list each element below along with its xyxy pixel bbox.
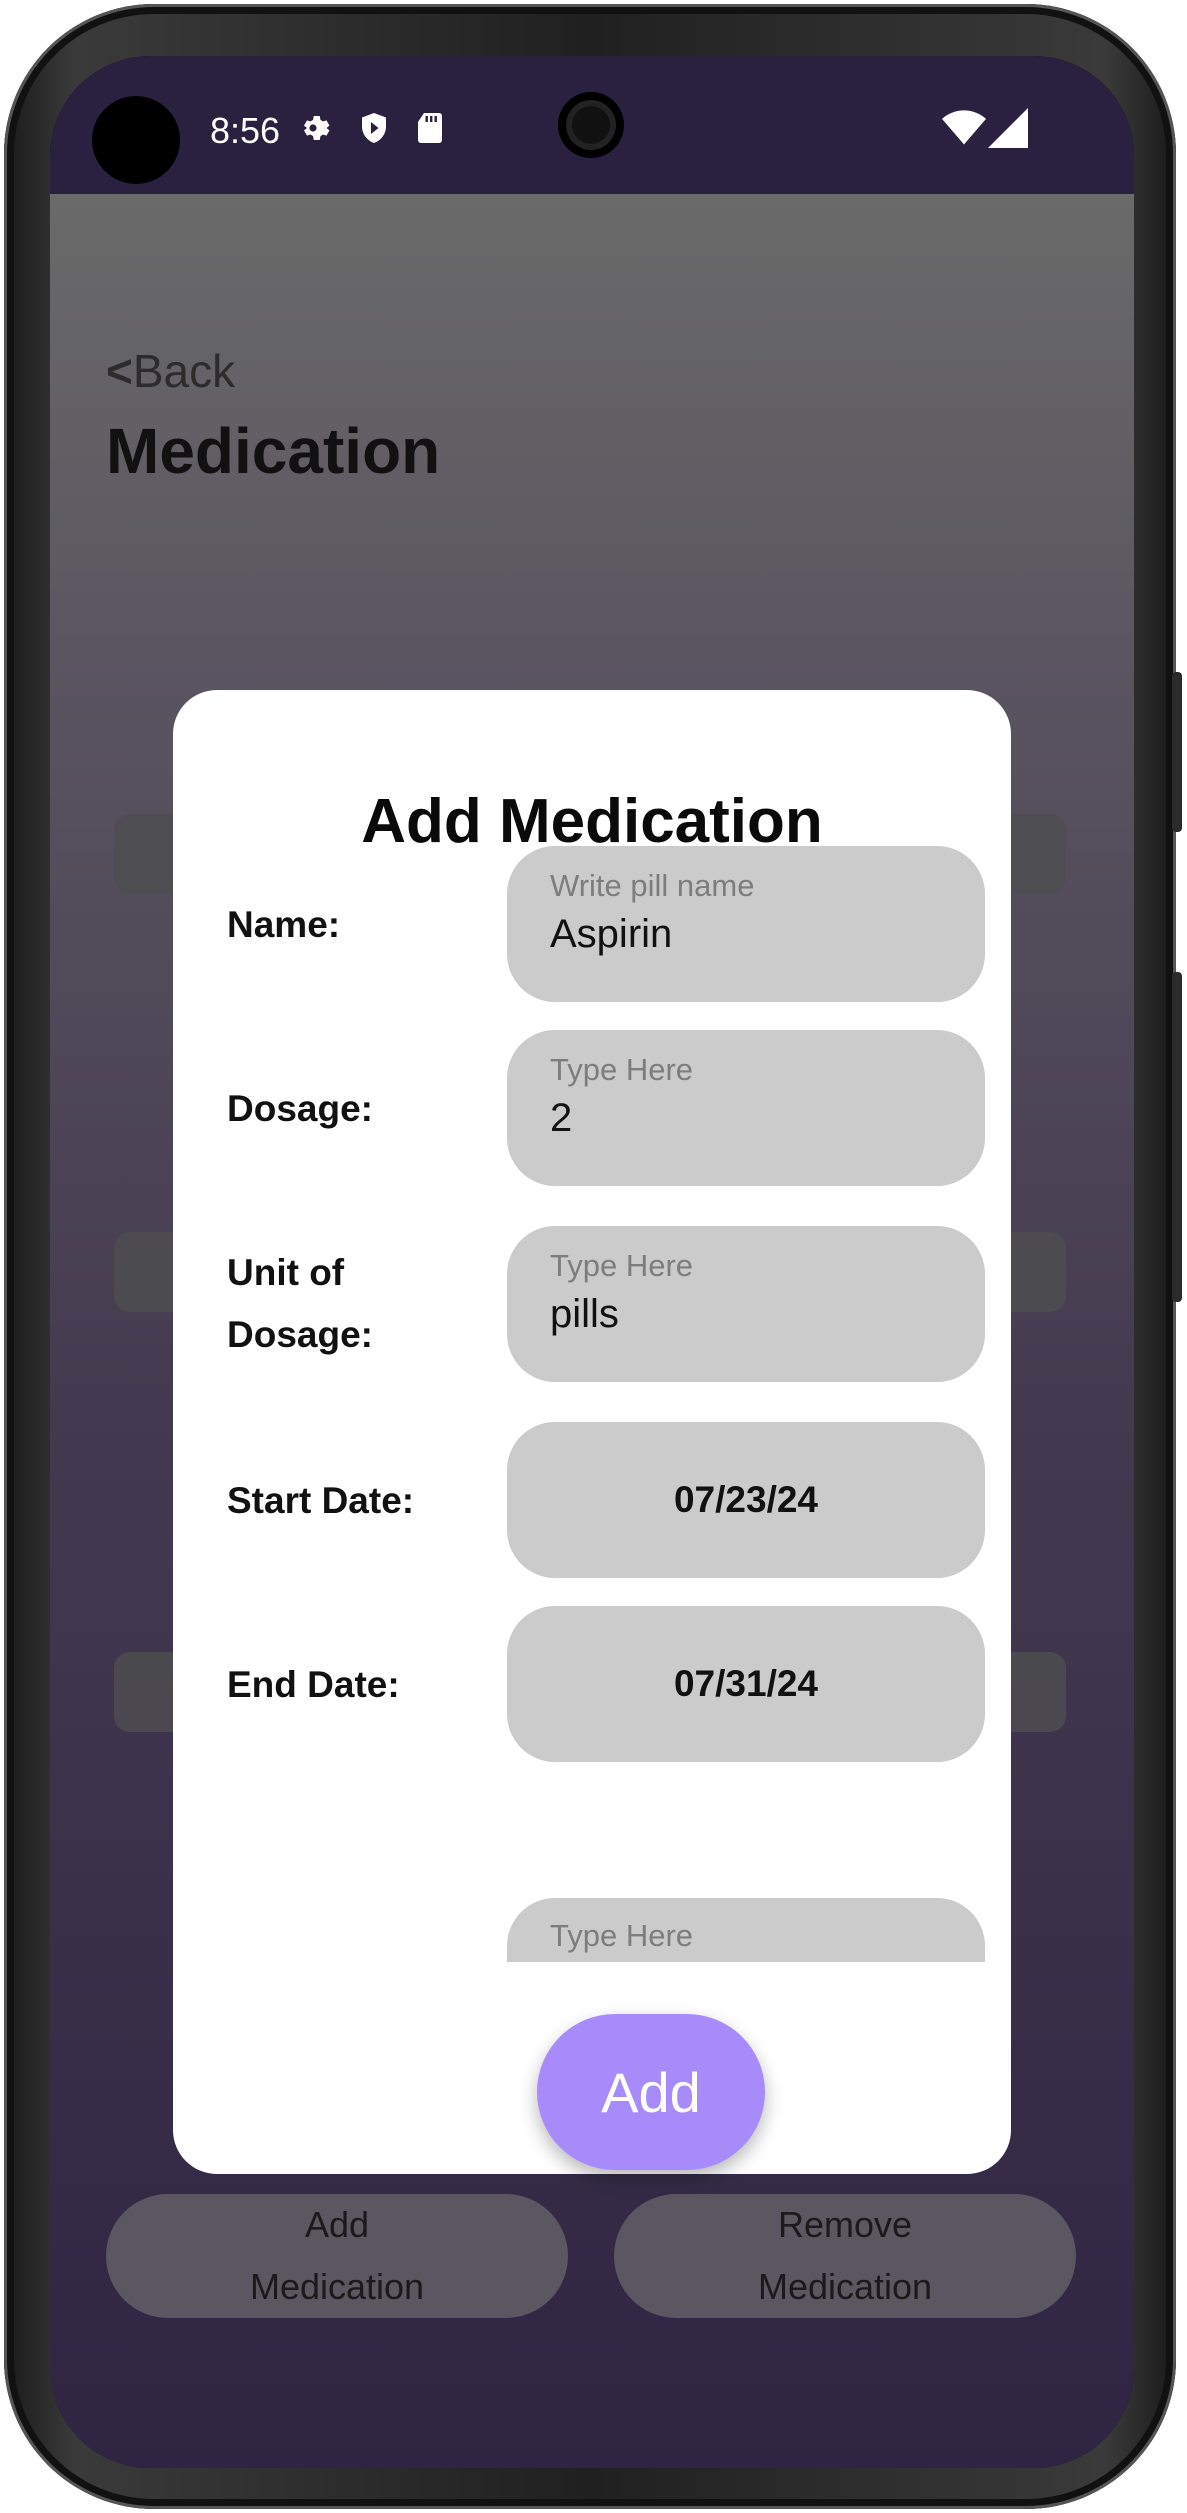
name-label: Name: [227, 904, 341, 945]
remove-medication-button[interactable]: Remove Medication [614, 2194, 1076, 2318]
name-placeholder: Write pill name [550, 868, 755, 903]
camera-cutout [92, 96, 180, 184]
front-camera [558, 92, 624, 158]
phone-frame: 8:56 <Back Medication Add Medication Rem… [4, 4, 1182, 2509]
end-date-label: End Date: [227, 1664, 400, 1705]
unit-label: Unit of Dosage: [227, 1242, 373, 1366]
remove-medication-label-line1: Remove [777, 2204, 913, 2245]
end-date-value: 07/31/24 [673, 1663, 819, 1704]
app-background: <Back Medication Add Medication Remove M… [50, 194, 1134, 2468]
remove-medication-label-line2: Medication [757, 2266, 933, 2307]
add-button[interactable]: Add [537, 2014, 765, 2170]
screen: 8:56 <Back Medication Add Medication Rem… [50, 56, 1134, 2468]
add-medication-label-line2: Medication [249, 2266, 425, 2307]
chevron-left-icon: < [106, 345, 133, 397]
dosage-placeholder: Type Here [550, 1052, 694, 1087]
status-time: 8:56 [210, 110, 281, 151]
page-title: Medication [106, 415, 441, 487]
gear-icon [304, 116, 330, 140]
add-medication-dialog: Add Medication Name: Write pill name Asp… [173, 690, 1011, 2174]
start-date-label: Start Date: [227, 1480, 415, 1521]
add-medication-label-line1: Add [304, 2204, 370, 2245]
dosage-label: Dosage: [227, 1088, 373, 1129]
notes-input[interactable]: Type Here [507, 1898, 985, 1962]
sd-card-icon [418, 113, 442, 143]
unit-input[interactable]: Type Here pills [507, 1226, 985, 1382]
unit-label-line2: Dosage: [227, 1314, 373, 1355]
unit-label-line1: Unit of [227, 1252, 345, 1293]
back-label: Back [132, 345, 236, 397]
volume-button [1172, 672, 1182, 832]
signal-icon [988, 108, 1028, 148]
back-link[interactable]: <Back [106, 344, 235, 398]
unit-value: pills [550, 1292, 619, 1336]
dosage-value: 2 [550, 1096, 573, 1140]
end-date-picker[interactable]: 07/31/24 [507, 1606, 985, 1762]
start-date-value: 07/23/24 [673, 1479, 819, 1520]
wifi-icon [942, 110, 986, 145]
status-bar: 8:56 [50, 56, 1134, 194]
add-medication-button[interactable]: Add Medication [106, 2194, 568, 2318]
power-button [1172, 972, 1182, 1302]
start-date-picker[interactable]: 07/23/24 [507, 1422, 985, 1578]
name-input[interactable]: Write pill name Aspirin [507, 846, 985, 1002]
dosage-input[interactable]: Type Here 2 [507, 1030, 985, 1186]
notes-placeholder: Type Here [550, 1918, 694, 1953]
shield-icon [362, 113, 386, 143]
unit-placeholder: Type Here [550, 1248, 694, 1283]
name-value: Aspirin [550, 912, 673, 956]
